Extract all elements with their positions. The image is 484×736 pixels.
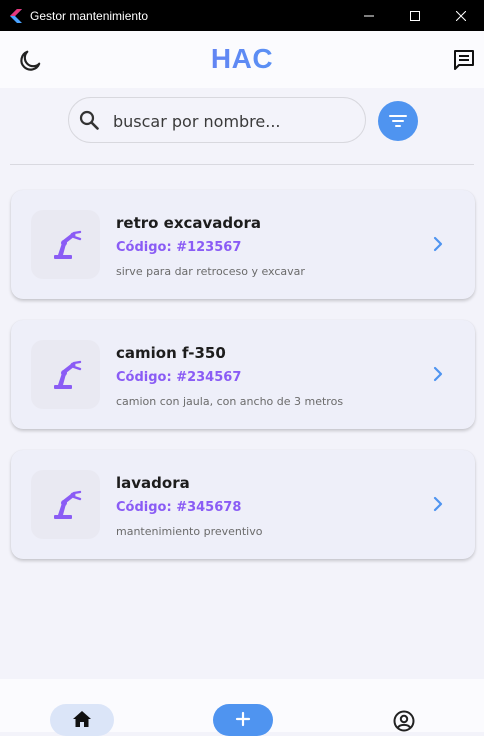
list-item[interactable]: camion f-350 Código: #234567 camion con … [11, 320, 475, 429]
nav-add-button[interactable] [213, 704, 273, 736]
search-box[interactable] [68, 97, 366, 144]
item-description: camion con jaula, con ancho de 3 metros [116, 395, 344, 408]
maximize-icon[interactable] [392, 0, 438, 31]
minimize-icon[interactable] [346, 0, 392, 31]
chevron-right-icon[interactable] [431, 235, 445, 253]
divider [10, 164, 474, 165]
bottom-navigation [0, 679, 484, 736]
chat-icon[interactable] [452, 48, 476, 72]
chevron-right-icon[interactable] [431, 365, 445, 383]
home-icon [73, 711, 91, 727]
nav-home-button[interactable] [50, 704, 114, 736]
item-code: Código: #234567 [116, 370, 242, 385]
app-icon [10, 8, 22, 23]
item-code: Código: #345678 [116, 500, 242, 515]
close-icon[interactable] [438, 0, 484, 31]
item-description: sirve para dar retroceso y excavar [116, 265, 305, 278]
item-name: camion f-350 [116, 344, 226, 362]
list-item[interactable]: lavadora Código: #345678 mantenimiento p… [11, 450, 475, 559]
item-name: lavadora [116, 474, 190, 492]
filter-icon [389, 115, 407, 127]
item-description: mantenimiento preventivo [116, 525, 263, 538]
app-bar: HAC [0, 31, 484, 88]
robot-arm-icon [31, 470, 100, 539]
filter-button[interactable] [378, 101, 418, 141]
robot-arm-icon [31, 210, 100, 279]
robot-arm-icon [31, 340, 100, 409]
app-logo: HAC [0, 43, 484, 75]
search-icon [79, 110, 99, 130]
profile-icon[interactable] [393, 710, 415, 732]
chevron-right-icon[interactable] [431, 495, 445, 513]
window-titlebar: Gestor mantenimiento [0, 0, 484, 31]
item-code: Código: #123567 [116, 240, 242, 255]
list-item[interactable]: retro excavadora Código: #123567 sirve p… [11, 190, 475, 299]
item-name: retro excavadora [116, 214, 261, 232]
add-icon [235, 711, 251, 727]
search-input[interactable] [111, 98, 355, 144]
window-title: Gestor mantenimiento [30, 8, 149, 23]
